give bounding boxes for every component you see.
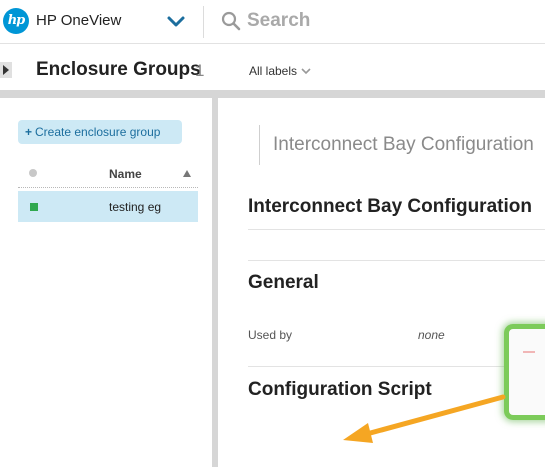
hp-logo-icon[interactable]: hp <box>3 8 29 34</box>
title-bar: Enclosure Groups 1 All labels <box>0 50 545 90</box>
status-column-icon[interactable] <box>29 169 37 177</box>
top-divider <box>203 6 204 38</box>
highlight-content-mark <box>523 351 535 353</box>
general-section: General <box>248 272 545 294</box>
used-by-value: none <box>418 328 445 342</box>
top-bar: hp HP OneView <box>0 0 545 44</box>
divider <box>248 366 545 367</box>
chevron-down-icon <box>167 16 185 27</box>
general-section-title: General <box>248 272 319 293</box>
list-header: Name <box>18 160 198 188</box>
sort-ascending-icon[interactable] <box>182 169 192 178</box>
labels-filter-label: All labels <box>249 64 298 78</box>
divider <box>248 260 545 261</box>
master-list-panel <box>0 98 212 467</box>
name-column-header[interactable]: Name <box>109 167 142 181</box>
plus-icon: + <box>25 125 33 139</box>
arrow-icon <box>343 394 506 443</box>
section-nav-bar: Interconnect Bay Configuration <box>259 125 545 165</box>
section-nav-selector[interactable]: Interconnect Bay Configuration <box>273 134 534 156</box>
search-input[interactable] <box>247 8 537 34</box>
page-title: Enclosure Groups <box>36 59 201 80</box>
divider <box>248 229 545 230</box>
list-item-name: testing eg <box>109 200 162 214</box>
title-band <box>0 90 545 98</box>
status-ok-icon <box>30 203 38 211</box>
search-icon[interactable] <box>221 11 241 31</box>
collapse-panel-icon[interactable] <box>0 62 12 78</box>
interconnect-section-title: Interconnect Bay Configuration <box>248 196 532 217</box>
labels-filter[interactable]: All labels <box>249 64 311 78</box>
create-enclosure-group-label: Create enclosure group <box>35 125 161 139</box>
create-enclosure-group-button[interactable]: + Create enclosure group <box>18 120 182 144</box>
page-count: 1 <box>195 61 205 80</box>
list-item[interactable]: testing eg <box>18 191 198 222</box>
interconnect-section: Interconnect Bay Configuration <box>248 196 545 218</box>
used-by-label: Used by <box>248 328 293 342</box>
app-name: HP OneView <box>36 12 122 29</box>
panel-resize-handle[interactable] <box>212 98 218 467</box>
chevron-down-icon <box>301 68 311 75</box>
app-menu-button[interactable] <box>163 10 189 34</box>
